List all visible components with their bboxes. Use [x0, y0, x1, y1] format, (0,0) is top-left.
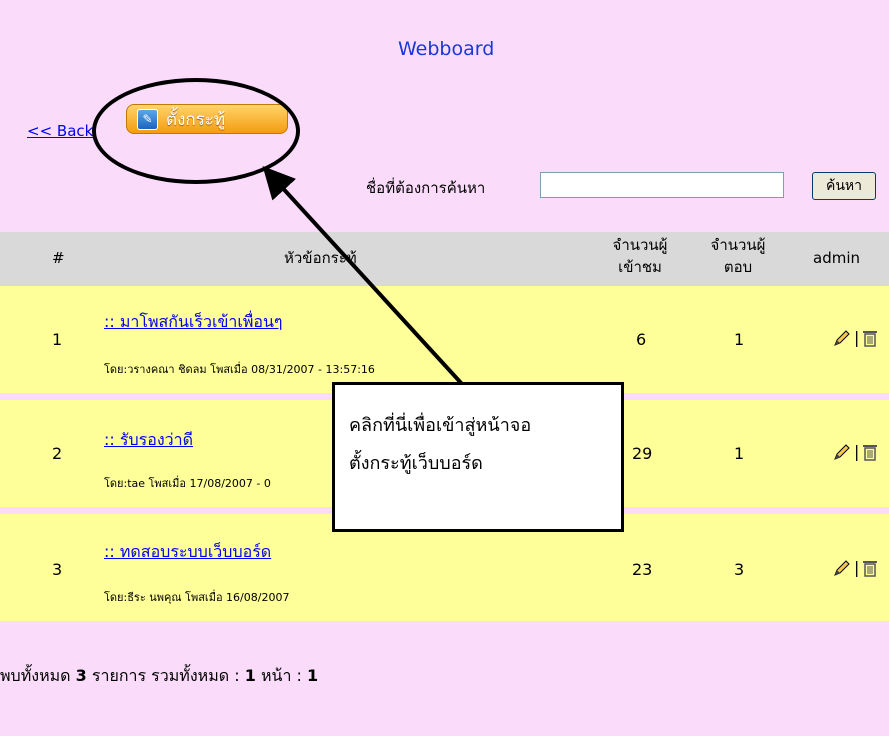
admin-separator: | [854, 558, 860, 577]
topic-meta: โดย:tae โพสเมื่อ 17/08/2007 - 0 [104, 477, 271, 490]
table-row: 1 :: มาโพสกันเร็วเข้าเพื่อนๆ โดย:วรางคณา… [0, 286, 889, 393]
delete-icon[interactable] [862, 559, 878, 577]
summary-pages: 1 [244, 666, 256, 685]
header-topic: หัวข้อกระทู้ [284, 249, 357, 267]
admin-separator: | [854, 442, 860, 461]
highlight-ellipse [92, 78, 300, 184]
header-replies: จำนวนผู้ ตอบ [698, 234, 778, 278]
callout-line-2: ตั้งกระทู้เว็บบอร์ด [349, 453, 483, 474]
summary-prefix: พบทั้งหมด [0, 666, 71, 685]
topic-link[interactable]: :: มาโพสกันเร็วเข้าเพื่อนๆ [104, 310, 283, 335]
summary-current: 1 [307, 666, 319, 685]
delete-icon[interactable] [862, 329, 878, 347]
header-replies-line2: ตอบ [723, 258, 753, 276]
header-replies-line1: จำนวนผู้ [710, 236, 766, 254]
replies-count: 1 [734, 330, 745, 349]
row-number: 1 [52, 330, 63, 349]
views-count: 29 [632, 444, 653, 463]
summary-middle: รายการ รวมทั้งหมด : [91, 666, 240, 685]
edit-icon[interactable] [833, 329, 851, 347]
replies-count: 3 [734, 560, 745, 579]
webboard-page: Webboard << Back ✎ ตั้งกระทู้ ชื่อที่ต้อ… [0, 0, 889, 736]
header-views: จำนวนผู้ เข้าชม [600, 234, 680, 278]
topic-link[interactable]: :: ทดสอบระบบเว็บบอร์ด [104, 540, 271, 565]
topic-meta: โดย:ธีระ นพคุณ โพสเมื่อ 16/08/2007 [104, 591, 290, 604]
row-number: 2 [52, 444, 63, 463]
delete-icon[interactable] [862, 443, 878, 461]
back-link[interactable]: << Back [27, 122, 93, 140]
callout-line-1: คลิกที่นี่เพื่อเข้าสู่หน้าจอ [349, 415, 532, 436]
result-summary: พบทั้งหมด 3 รายการ รวมทั้งหมด : 1 หน้า :… [0, 664, 318, 689]
table-header: # หัวข้อกระทู้ จำนวนผู้ เข้าชม จำนวนผู้ … [0, 232, 889, 286]
header-views-line1: จำนวนผู้ [612, 236, 668, 254]
header-admin: admin [813, 249, 860, 267]
views-count: 23 [632, 560, 653, 579]
callout-box: คลิกที่นี่เพื่อเข้าสู่หน้าจอ ตั้งกระทู้เ… [332, 382, 624, 532]
page-title: Webboard [398, 38, 495, 60]
summary-total: 3 [75, 666, 87, 685]
summary-page-word: หน้า : [260, 666, 302, 685]
topic-link[interactable]: :: รับรองว่าดี [104, 428, 193, 453]
admin-actions: | [833, 558, 878, 577]
search-button[interactable]: ค้นหา [812, 172, 876, 200]
edit-icon[interactable] [833, 443, 851, 461]
header-views-line2: เข้าชม [618, 258, 662, 276]
views-count: 6 [636, 330, 647, 349]
topic-meta: โดย:วรางคณา ชิดลม โพสเมื่อ 08/31/2007 - … [104, 363, 375, 376]
admin-actions: | [833, 442, 878, 461]
admin-separator: | [854, 328, 860, 347]
search-input[interactable] [540, 172, 784, 198]
replies-count: 1 [734, 444, 745, 463]
search-label: ชื่อที่ต้องการค้นหา [366, 179, 486, 197]
edit-icon[interactable] [833, 559, 851, 577]
row-number: 3 [52, 560, 63, 579]
header-number: # [52, 249, 65, 267]
admin-actions: | [833, 328, 878, 347]
